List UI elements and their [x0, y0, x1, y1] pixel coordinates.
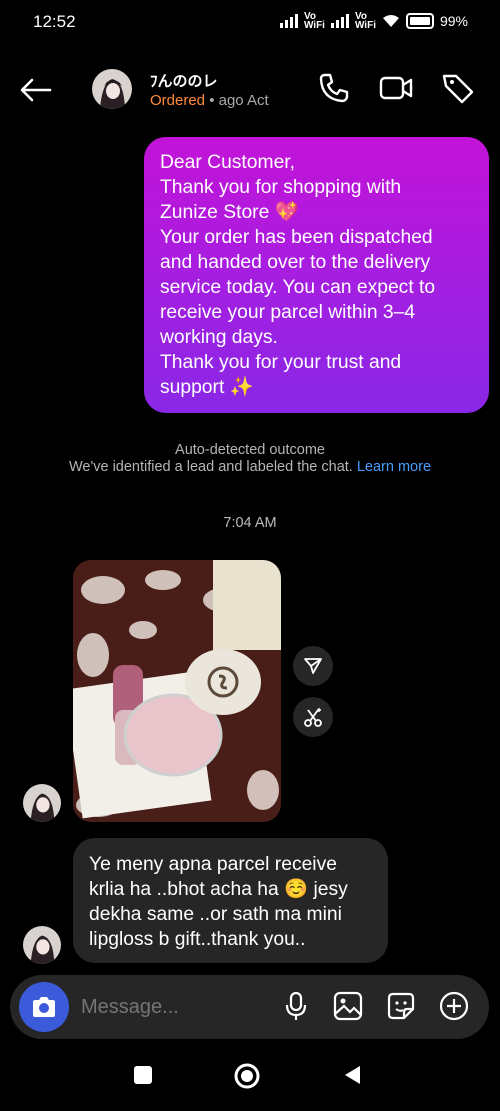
vowifi-label: Vo WiFi	[303, 11, 325, 31]
signal-icon	[279, 14, 298, 28]
outgoing-message-bubble[interactable]: Dear Customer, Thank you for shopping wi…	[144, 137, 489, 413]
send-icon	[304, 658, 322, 674]
message-input[interactable]	[79, 995, 273, 1020]
phone-call-icon[interactable]	[316, 70, 352, 106]
status-icons: Vo WiFi Vo WiFi 99%	[279, 11, 468, 31]
gallery-icon[interactable]	[332, 990, 364, 1022]
back-nav-icon[interactable]	[342, 1064, 364, 1086]
ordered-label: Ordered	[150, 92, 206, 109]
sender-avatar[interactable]	[23, 784, 61, 822]
wifi-icon	[382, 15, 399, 27]
status-time: 12:52	[33, 12, 76, 31]
scissors-icon	[304, 708, 322, 727]
video-call-icon[interactable]	[378, 70, 414, 106]
incoming-message-text: Ye meny apna parcel receive krlia ha ..b…	[89, 854, 348, 950]
ai-edit-button[interactable]	[293, 697, 333, 737]
auto-detected-title: Auto-detected outcome	[175, 442, 325, 458]
message-timestamp: 7:04 AM	[223, 515, 277, 531]
received-photo[interactable]	[73, 560, 281, 822]
home-icon[interactable]	[233, 1062, 261, 1090]
battery-level: 99%	[439, 13, 468, 29]
vowifi-label-2: Vo WiFi	[354, 11, 376, 31]
camera-button[interactable]	[19, 982, 69, 1032]
add-icon[interactable]	[438, 990, 470, 1022]
sticker-icon[interactable]	[385, 990, 417, 1022]
auto-detected-text: We've identified a lead and labeled the …	[68, 459, 353, 475]
contact-name[interactable]: ﾌんののレ	[150, 70, 218, 91]
incoming-message-bubble[interactable]: Ye meny apna parcel receive krlia ha ..b…	[73, 838, 388, 963]
sender-avatar-2[interactable]	[23, 926, 61, 964]
last-active-label: • ago Act	[209, 92, 269, 109]
signal-icon-2	[330, 14, 349, 28]
learn-more-link[interactable]: Learn more	[357, 459, 431, 475]
share-button[interactable]	[293, 646, 333, 686]
contact-status: Ordered • ago Act	[150, 92, 269, 109]
outgoing-message-text: Dear Customer, Thank you for shopping wi…	[160, 152, 436, 398]
contact-avatar[interactable]	[92, 69, 132, 109]
auto-detected-note: We've identified a lead and labeled the …	[0, 459, 500, 475]
battery-icon	[405, 13, 434, 29]
tag-icon[interactable]	[440, 70, 476, 106]
microphone-icon[interactable]	[280, 990, 312, 1022]
recent-apps-icon[interactable]	[132, 1064, 154, 1086]
camera-icon	[33, 997, 55, 1017]
back-arrow-icon[interactable]	[18, 72, 54, 108]
